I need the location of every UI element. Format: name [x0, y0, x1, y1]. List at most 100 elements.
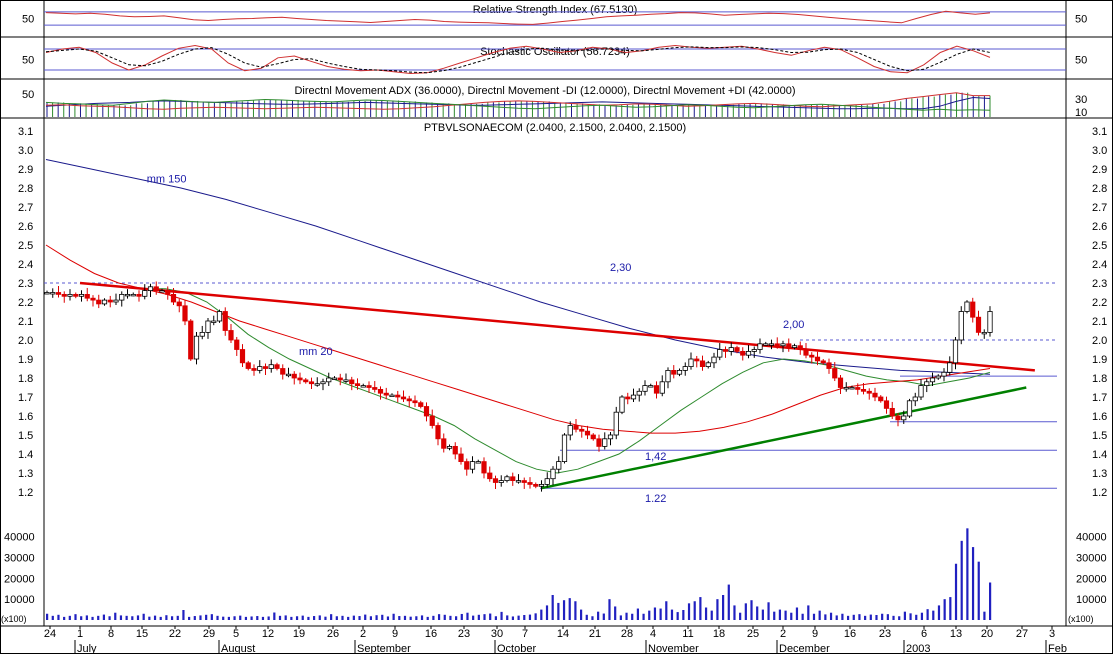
- candle-body: [170, 293, 177, 303]
- candle-body: [383, 392, 389, 396]
- volume-bar: [477, 614, 480, 620]
- candle-body: [970, 301, 976, 318]
- candle-body: [757, 343, 763, 350]
- candle-body: [527, 482, 533, 485]
- mm20-line: [145, 288, 991, 474]
- candle-body: [119, 293, 125, 301]
- candle-body: [699, 360, 706, 367]
- x-day-label: 28: [621, 628, 633, 640]
- volume-bar: [801, 613, 804, 620]
- volume-bar: [608, 599, 611, 620]
- volume-bar: [330, 614, 333, 620]
- volume-bar: [506, 615, 509, 620]
- candle-body: [251, 368, 257, 371]
- candle-body: [895, 415, 901, 421]
- volume-bar: [358, 616, 361, 620]
- candle-body: [400, 396, 407, 400]
- candle-body: [579, 428, 585, 432]
- x-day-label: 27: [1016, 628, 1028, 640]
- candle-body: [320, 381, 326, 385]
- candle-body: [613, 411, 619, 436]
- x-month-label: July: [77, 643, 97, 654]
- volume-bar: [704, 607, 708, 620]
- x-day-label: 21: [589, 628, 601, 640]
- price-y-tick-left: 3.1: [18, 126, 33, 138]
- candle-body: [314, 383, 320, 386]
- volume-bar: [193, 616, 196, 620]
- volume-bar: [170, 616, 174, 620]
- price-y-tick-right: 1.3: [1092, 468, 1107, 480]
- candle-body: [147, 286, 154, 291]
- candle-body: [648, 385, 654, 388]
- volume-bar: [568, 598, 571, 620]
- volume-bar: [835, 615, 838, 620]
- volume-bar: [159, 616, 162, 620]
- volume-bar: [483, 614, 486, 620]
- candle-body: [193, 335, 200, 360]
- volume-bar: [699, 597, 702, 620]
- volume-bar: [119, 615, 123, 620]
- volume-bar: [631, 613, 634, 620]
- volume-bar: [756, 606, 759, 620]
- price-y-tick-left: 1.2: [18, 487, 33, 499]
- dmi-y-tick-left: 50: [22, 89, 34, 101]
- x-day-label: 24: [44, 628, 56, 640]
- volume-bar: [460, 613, 463, 620]
- volume-bar: [51, 615, 54, 620]
- volume-bar: [932, 610, 935, 620]
- candle-body: [481, 461, 487, 474]
- candle-body: [291, 373, 297, 379]
- candle-body: [234, 339, 240, 350]
- candle-body: [820, 360, 826, 364]
- candle-body: [153, 286, 159, 291]
- candle-body: [182, 305, 188, 322]
- volume-bar: [642, 613, 645, 620]
- volume-bar: [176, 615, 179, 620]
- volume-bar: [267, 616, 270, 620]
- candle-body: [630, 394, 637, 400]
- candle-body: [866, 390, 872, 394]
- candle-body: [602, 438, 608, 447]
- candle-body: [504, 476, 510, 481]
- candle-body: [498, 480, 504, 483]
- volume-bar: [165, 615, 168, 620]
- candle-body: [136, 293, 142, 297]
- dmi-y-tick-right: 30: [1075, 94, 1087, 106]
- candle-body: [763, 343, 769, 346]
- candle-body: [84, 293, 90, 299]
- candle-body: [671, 369, 677, 375]
- candle-body: [964, 301, 970, 312]
- volume-bar: [114, 612, 117, 620]
- x-month-label: Feb: [1048, 643, 1067, 654]
- price-y-tick-right: 1.4: [1092, 449, 1107, 461]
- candle-body: [786, 343, 792, 348]
- volume-bar: [915, 614, 918, 620]
- candle-body: [406, 398, 412, 402]
- volume-bar: [937, 605, 941, 620]
- volume-bar: [540, 609, 543, 620]
- volume-bar: [989, 582, 992, 620]
- price-y-tick-right: 2.0: [1092, 335, 1107, 347]
- candle-body: [619, 396, 625, 413]
- volume-bar: [409, 616, 412, 620]
- volume-bar: [97, 615, 100, 620]
- candle-body: [67, 293, 73, 297]
- candle-body: [740, 350, 746, 356]
- volume-bar: [602, 613, 605, 620]
- volume-bar: [148, 616, 151, 620]
- volume-bar: [653, 607, 657, 620]
- volume-bar: [517, 615, 520, 620]
- volume-bar: [920, 612, 924, 620]
- volume-bar: [557, 602, 560, 620]
- x-month-label: 2003: [906, 643, 930, 654]
- rsi-y-tick-right: 50: [1075, 14, 1087, 26]
- candle-body: [418, 402, 424, 407]
- volume-bar: [182, 610, 185, 620]
- price-y-tick-right: 3.0: [1092, 145, 1107, 157]
- candle-body: [389, 394, 395, 398]
- volume-bar: [534, 613, 537, 620]
- candle-body: [832, 368, 838, 379]
- x-day-label: 23: [879, 628, 891, 640]
- price-y-tick-left: 1.9: [18, 354, 33, 366]
- candle-body: [50, 292, 56, 295]
